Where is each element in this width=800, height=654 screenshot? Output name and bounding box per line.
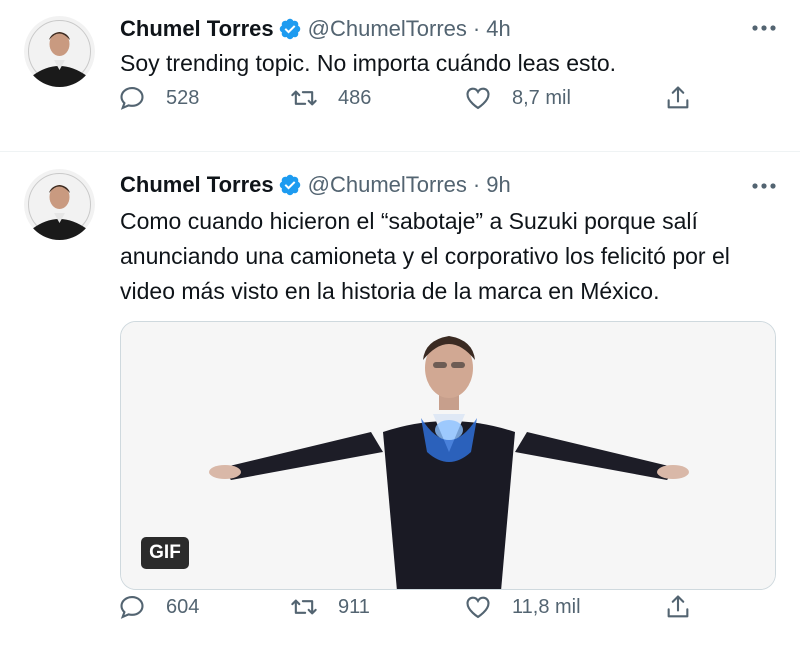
tweet[interactable]: Chumel Torres @ChumelTorres · 4h Soy tre… xyxy=(0,0,800,152)
share-button[interactable] xyxy=(664,590,692,624)
handle[interactable]: @ChumelTorres xyxy=(308,172,467,198)
retweet-button[interactable]: 486 xyxy=(290,81,371,115)
reply-count: 604 xyxy=(166,595,200,618)
verified-badge-icon xyxy=(279,174,300,196)
gif-media[interactable]: GIF xyxy=(120,321,776,590)
timestamp[interactable]: 9h xyxy=(486,172,510,198)
like-count: 8,7 mil xyxy=(512,86,571,109)
tweet-text: Como cuando hicieron el “sabotaje” a Suz… xyxy=(120,204,790,309)
like-button[interactable]: 8,7 mil xyxy=(464,81,571,115)
retweet-icon xyxy=(291,599,317,615)
handle[interactable]: @ChumelTorres xyxy=(308,16,467,42)
display-name[interactable]: Chumel Torres xyxy=(120,172,274,198)
avatar[interactable] xyxy=(24,16,95,87)
verified-badge-icon xyxy=(279,18,300,40)
tweet[interactable]: Chumel Torres @ChumelTorres · 9h Como cu… xyxy=(0,152,800,654)
display-name[interactable]: Chumel Torres xyxy=(120,16,274,42)
gif-badge: GIF xyxy=(141,537,189,569)
reply-button[interactable]: 528 xyxy=(118,81,199,115)
retweet-count: 911 xyxy=(338,595,370,618)
reply-button[interactable]: 604 xyxy=(118,590,199,624)
reply-count: 528 xyxy=(166,86,200,109)
avatar[interactable] xyxy=(24,169,95,240)
retweet-icon xyxy=(291,90,317,106)
like-icon xyxy=(466,87,490,110)
retweet-button[interactable]: 911 xyxy=(290,590,370,624)
separator-dot: · xyxy=(472,16,481,41)
reply-icon xyxy=(120,596,144,619)
more-icon[interactable] xyxy=(748,14,780,42)
share-button[interactable] xyxy=(664,81,692,115)
share-icon xyxy=(667,86,689,109)
like-button[interactable]: 11,8 mil xyxy=(464,590,581,624)
gif-frame xyxy=(121,322,775,589)
separator-dot: · xyxy=(472,172,481,197)
tweet-text-line: video más visto en la historia de la mar… xyxy=(120,278,660,304)
like-icon xyxy=(466,596,490,619)
more-icon[interactable] xyxy=(748,172,780,200)
tweet-text-line: Soy trending topic. No importa cuándo le… xyxy=(120,50,617,76)
tweet-text-line: Como cuando hicieron el “sabotaje” a Suz… xyxy=(120,208,698,234)
retweet-count: 486 xyxy=(338,86,372,109)
reply-icon xyxy=(120,87,144,110)
tweet-text-line: anunciando una camioneta y el corporativ… xyxy=(120,243,730,269)
tweet-text: Soy trending topic. No importa cuándo le… xyxy=(120,46,616,81)
like-count: 11,8 mil xyxy=(512,595,581,618)
timestamp[interactable]: 4h xyxy=(486,16,510,42)
share-icon xyxy=(667,595,689,618)
